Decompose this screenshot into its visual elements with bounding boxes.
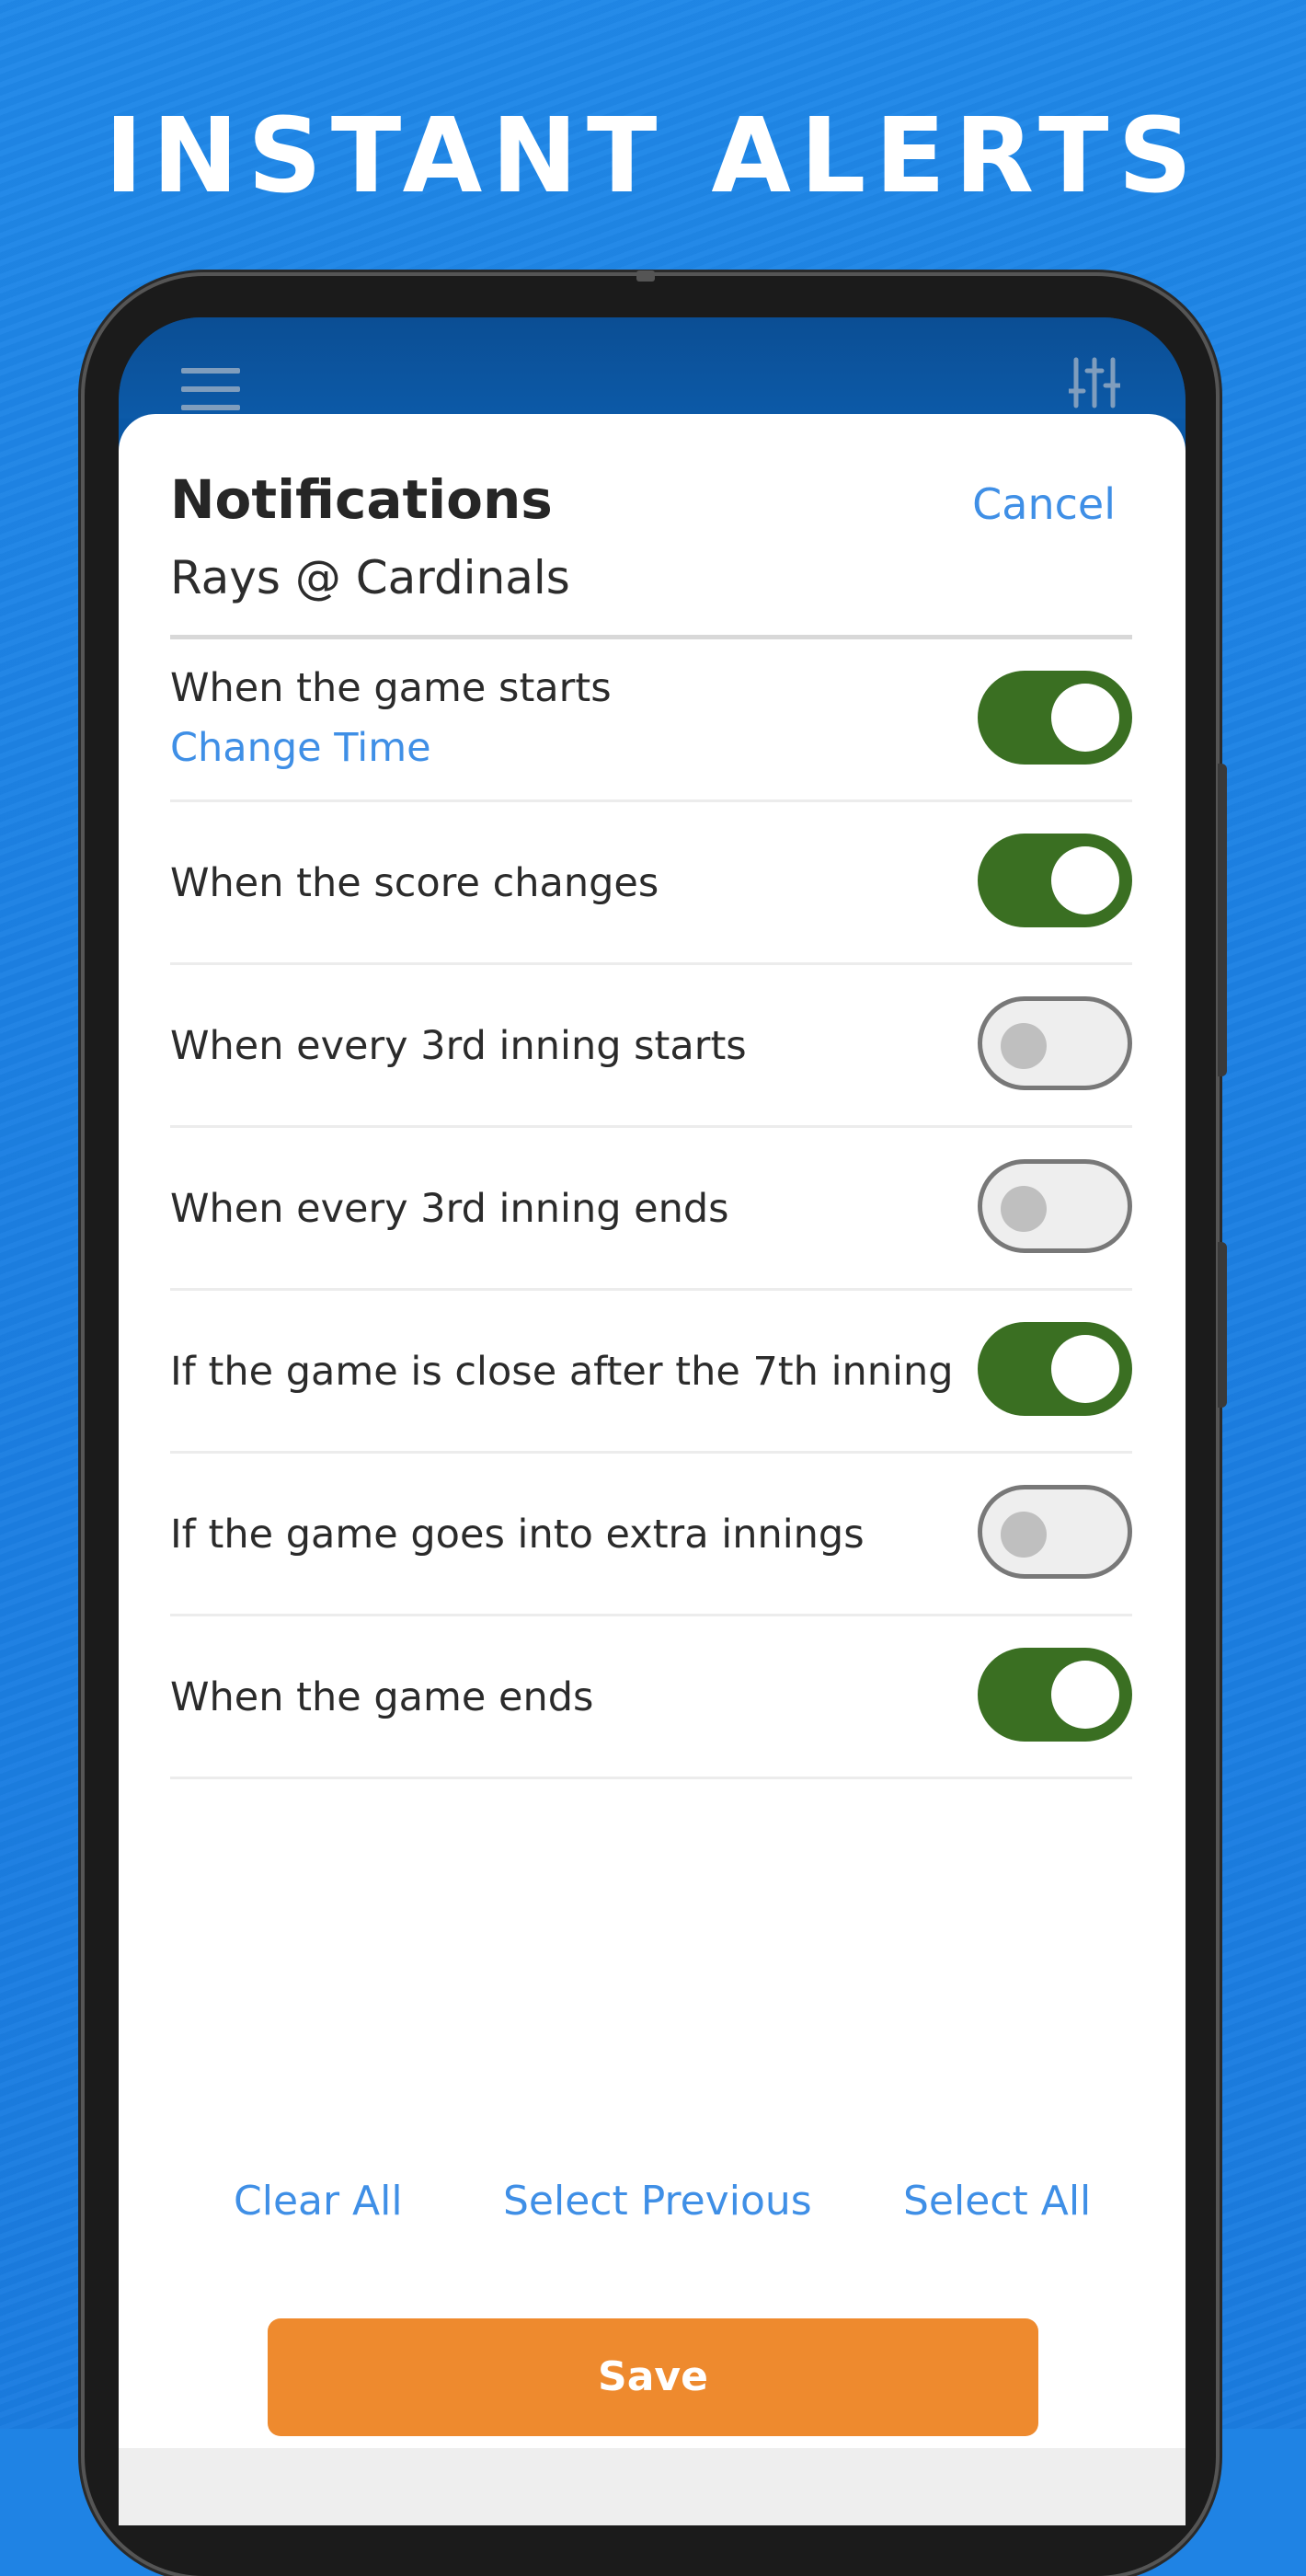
phone-notch [636, 270, 655, 282]
option-extra-innings: If the game goes into extra innings [170, 1454, 1132, 1616]
volume-button [1218, 764, 1227, 1076]
toggle-extra-innings[interactable] [978, 1485, 1132, 1579]
toggle-knob [1051, 1661, 1119, 1729]
filter-sliders-icon[interactable] [1069, 356, 1120, 409]
option-game-ends: When the game ends [170, 1616, 1132, 1779]
notification-options: When the game starts Change Time When th… [170, 639, 1132, 1779]
toggle-game-starts[interactable] [978, 671, 1132, 765]
power-button [1218, 1242, 1227, 1408]
hamburger-menu-icon[interactable] [181, 368, 240, 410]
phone-screen: Notifications Cancel Rays @ Cardinals Wh… [119, 317, 1186, 2525]
option-close-after-7th: If the game is close after the 7th innin… [170, 1291, 1132, 1454]
headline: INSTANT ALERTS [104, 97, 1202, 216]
toggle-knob [1051, 684, 1119, 752]
bulk-actions: Clear All Select Previous Select All [119, 2176, 1186, 2231]
sheet-title: Notifications [170, 468, 553, 531]
option-label: When every 3rd inning starts [170, 1023, 747, 1069]
select-all-button[interactable]: Select All [903, 2176, 1091, 2227]
toggle-game-ends[interactable] [978, 1648, 1132, 1742]
phone-frame: Notifications Cancel Rays @ Cardinals Wh… [85, 270, 1227, 2576]
option-label: When the game ends [170, 1674, 594, 1720]
toggle-knob [1051, 1335, 1119, 1403]
toggle-3rd-inning-ends[interactable] [978, 1159, 1132, 1253]
sheet-bottom-bar [119, 2448, 1186, 2525]
option-score-changes: When the score changes [170, 802, 1132, 965]
option-label: When the score changes [170, 860, 659, 906]
toggle-knob [1001, 1023, 1047, 1069]
option-label: If the game is close after the 7th innin… [170, 1349, 954, 1395]
option-3rd-inning-ends: When every 3rd inning ends [170, 1128, 1132, 1291]
save-button[interactable]: Save [268, 2318, 1038, 2436]
toggle-score-changes[interactable] [978, 834, 1132, 927]
toggle-3rd-inning-starts[interactable] [978, 996, 1132, 1090]
option-label: If the game goes into extra innings [170, 1512, 865, 1558]
change-time-link[interactable]: Change Time [170, 722, 431, 774]
toggle-knob [1001, 1512, 1047, 1558]
option-game-starts: When the game starts Change Time [170, 639, 1132, 802]
cancel-button[interactable]: Cancel [972, 478, 1116, 530]
option-label: When every 3rd inning ends [170, 1186, 729, 1232]
option-3rd-inning-starts: When every 3rd inning starts [170, 965, 1132, 1128]
notifications-sheet: Notifications Cancel Rays @ Cardinals Wh… [119, 414, 1186, 2525]
game-matchup: Rays @ Cardinals [170, 551, 570, 604]
toggle-knob [1051, 846, 1119, 914]
option-label: When the game starts [170, 665, 612, 711]
select-previous-button[interactable]: Select Previous [503, 2176, 812, 2227]
toggle-close-after-7th[interactable] [978, 1322, 1132, 1416]
app-bar [119, 317, 1186, 419]
clear-all-button[interactable]: Clear All [234, 2176, 403, 2227]
toggle-knob [1001, 1186, 1047, 1232]
